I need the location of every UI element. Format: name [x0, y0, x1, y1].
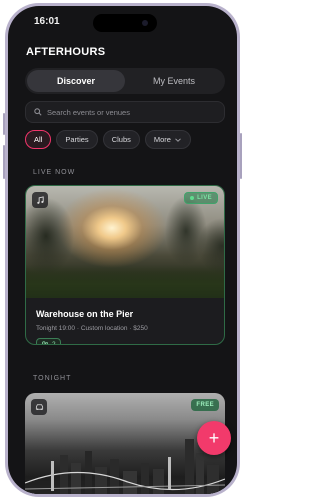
car-icon [31, 399, 47, 415]
event-price: $250 [133, 325, 148, 332]
search-icon [34, 108, 42, 116]
people-icon [42, 340, 49, 344]
app-screen: 16:01 AFTERHOURS Discover My Events All … [8, 6, 237, 494]
dynamic-island [93, 14, 157, 32]
free-badge: FREE [191, 399, 219, 411]
filter-chip-more-label: More [153, 135, 171, 144]
event-meta: Tonight 19:00 · Custom location · $250 [36, 325, 148, 332]
status-bar: 16:01 [8, 14, 237, 32]
phone-power-button [240, 133, 242, 179]
search-bar[interactable] [25, 101, 225, 123]
city-skyline-image [25, 439, 225, 494]
filter-chip-clubs[interactable]: Clubs [102, 130, 140, 149]
filter-chips: All Parties Clubs More [25, 130, 191, 149]
tab-discover[interactable]: Discover [27, 70, 125, 92]
attendee-count: 2 [52, 340, 56, 345]
music-note-icon [32, 192, 48, 208]
plus-icon: + [208, 427, 220, 448]
filter-chip-parties[interactable]: Parties [56, 130, 98, 149]
event-title: Warehouse on the Pier [36, 309, 134, 319]
event-card-live[interactable]: LIVE Warehouse on the Pier Tonight 19:00… [25, 185, 225, 345]
section-live-now: LIVE NOW [33, 169, 76, 176]
filter-chip-more[interactable]: More [144, 130, 191, 149]
filter-chip-all[interactable]: All [25, 130, 52, 149]
phone-volume-up [3, 145, 5, 179]
event-card-tonight[interactable]: FREE [25, 393, 225, 494]
attendee-count-badge: 2 [36, 338, 61, 345]
live-badge: LIVE [184, 192, 218, 204]
app-title: AFTERHOURS [26, 46, 106, 58]
add-event-button[interactable]: + [197, 421, 231, 455]
status-time: 16:01 [34, 16, 60, 27]
live-dot-icon [190, 196, 195, 200]
chevron-down-icon [175, 137, 181, 142]
view-tabs: Discover My Events [25, 68, 225, 94]
live-badge-label: LIVE [197, 195, 212, 201]
event-time: Tonight 19:00 [36, 325, 76, 332]
phone-side-button [3, 113, 5, 135]
phone-frame: 16:01 AFTERHOURS Discover My Events All … [3, 3, 242, 497]
tab-my-events[interactable]: My Events [125, 70, 223, 92]
section-tonight: TONIGHT [33, 375, 72, 382]
event-location: Custom location [80, 325, 128, 332]
camera-icon [142, 20, 148, 26]
search-input[interactable] [47, 107, 217, 117]
